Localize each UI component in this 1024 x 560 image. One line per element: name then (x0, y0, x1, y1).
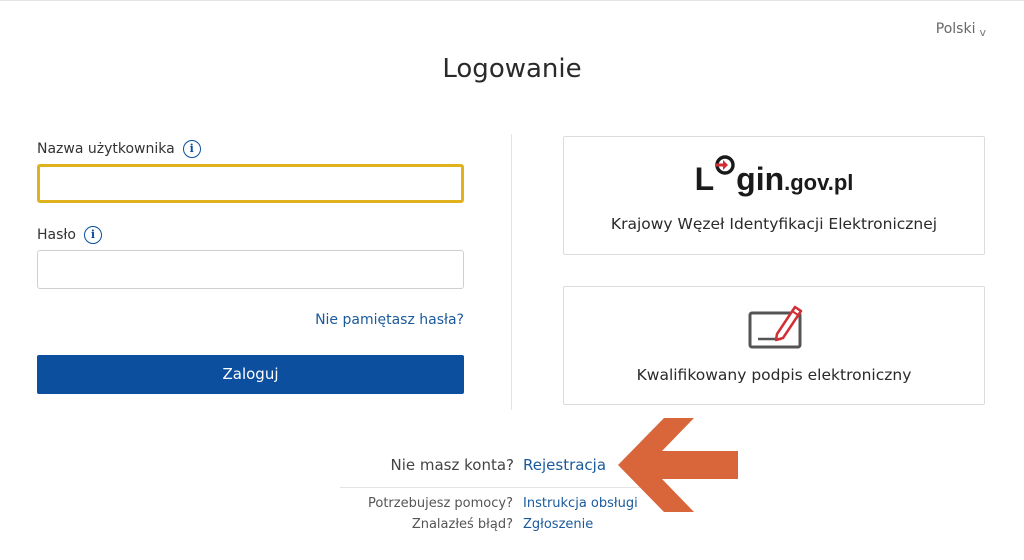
qualified-signature-label: Kwalifikowany podpis elektroniczny (636, 366, 912, 384)
logo-arrow-icon (715, 155, 735, 190)
qualified-signature-option[interactable]: Kwalifikowany podpis elektroniczny (563, 286, 985, 405)
register-link[interactable]: Rejestracja (523, 456, 606, 474)
login-button[interactable]: Zaloguj (37, 355, 464, 394)
arrow-left-icon (618, 418, 738, 512)
found-bug-text: Znalazłeś błąd? (411, 517, 513, 532)
password-input[interactable] (37, 250, 464, 289)
language-selector[interactable]: Polski v (935, 21, 986, 39)
language-label: Polski (935, 21, 976, 37)
password-label-row: Hasło i (37, 224, 464, 246)
username-label-row: Nazwa użytkownika i (37, 138, 464, 160)
page-title: Logowanie (442, 54, 582, 84)
username-input[interactable] (37, 164, 464, 203)
vertical-divider (511, 134, 512, 410)
forgot-password-link[interactable]: Nie pamiętasz hasła? (37, 312, 464, 328)
login-gov-option[interactable]: Lgin .gov.pl Krajowy Węzeł Identyfikacji … (563, 136, 985, 255)
report-link[interactable]: Zgłoszenie (523, 517, 593, 532)
username-label: Nazwa użytkownika (37, 141, 175, 157)
password-label: Hasło (37, 227, 76, 243)
username-info-icon[interactable]: i (182, 140, 201, 158)
login-page: Polski v Logowanie Nazwa użytkownika i Ha… (0, 0, 1024, 560)
login-form: Nazwa użytkownika i Hasło i Nie pamiętas… (37, 138, 464, 394)
login-gov-label: Krajowy Węzeł Identyfikacji Elektroniczn… (610, 215, 938, 233)
no-account-text: Nie masz konta? (390, 456, 514, 474)
chevron-down-icon: v (979, 26, 986, 39)
signature-icon (748, 305, 803, 349)
password-info-icon[interactable]: i (83, 226, 102, 244)
logo-suffix: .gov.pl (784, 170, 854, 195)
logo-main-text: Lgin (695, 155, 784, 198)
login-gov-logo: Lgin .gov.pl (564, 155, 984, 201)
need-help-text: Potrzebujesz pomocy? (368, 496, 513, 511)
footer-divider (340, 487, 640, 488)
top-divider (0, 0, 1024, 1)
